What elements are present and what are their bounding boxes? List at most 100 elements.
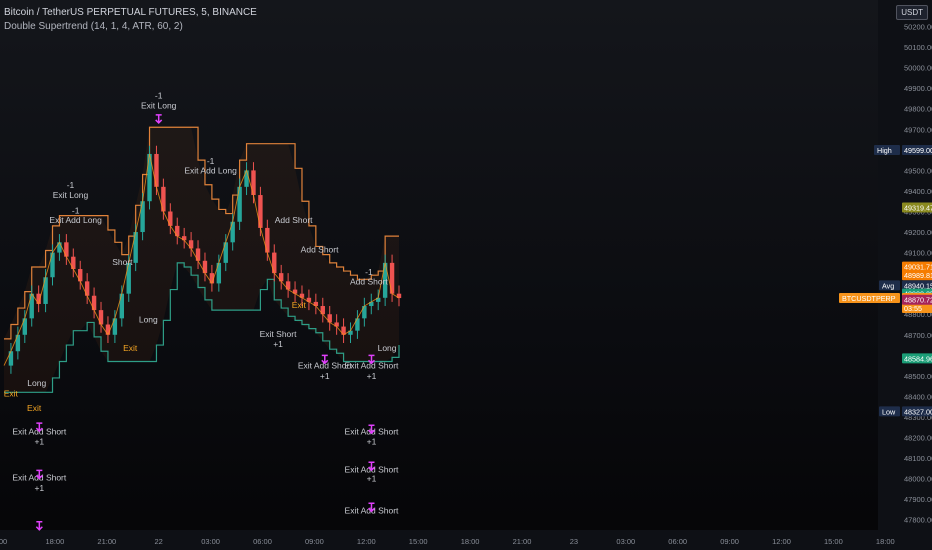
y-tick-label: 49900.00: [904, 84, 932, 93]
x-tick-label: 06:00: [668, 537, 687, 546]
x-tick-label: 03:00: [616, 537, 635, 546]
candle-body: [22, 318, 27, 335]
signal-label: +1: [320, 371, 330, 381]
candle-body: [126, 262, 131, 294]
y-tick-label: 47900.00: [904, 495, 932, 504]
x-tick-label: 12:00: [772, 537, 791, 546]
candle-body: [50, 252, 55, 278]
signal-label: Short: [112, 257, 133, 267]
x-tick-label: 22: [155, 537, 163, 546]
y-tick-label: 49200.00: [904, 228, 932, 237]
signal-label: Long: [378, 343, 397, 353]
signal-label: +1: [34, 483, 44, 493]
y-tick-label: 50000.00: [904, 64, 932, 73]
candle-body: [168, 211, 173, 226]
price-tag-value: 48989.81: [904, 271, 932, 280]
signal-label: Exit Add Long: [49, 215, 102, 225]
y-tick-label: 48100.00: [904, 454, 932, 463]
x-tick-label: 23: [570, 537, 578, 546]
chart: 50200.00 50100.00 50000.00 49900.00 49800.00…: [0, 0, 932, 550]
y-tick-label: 48000.00: [904, 475, 932, 484]
price-tag-value: 49599.00: [904, 146, 932, 155]
candle-body: [223, 242, 228, 263]
candle-body: [154, 153, 159, 187]
signal-label: Add Short: [350, 276, 388, 286]
x-tick-label: 18:00: [876, 537, 895, 546]
candle-body: [237, 186, 242, 222]
candle-body: [29, 293, 34, 319]
candle-body: [272, 252, 277, 274]
y-tick-label: 49400.00: [904, 187, 932, 196]
signal-label: Exit: [27, 403, 42, 413]
x-tick-label: 09:00: [305, 537, 324, 546]
exit-marker-icon: [321, 354, 329, 365]
candle-body: [258, 195, 263, 228]
candle-body: [389, 262, 395, 294]
candle-body: [161, 186, 166, 212]
exit-marker-icon: [155, 114, 163, 124]
x-tick-label: 15:00: [824, 537, 843, 546]
signal-label: +1: [367, 371, 377, 381]
x-tick-label: 12:00: [357, 537, 376, 546]
signal-label: Exit: [123, 343, 138, 353]
candle-body: [265, 227, 270, 253]
x-tick-label: 09:00: [720, 537, 739, 546]
y-tick-label: 50200.00: [904, 23, 932, 32]
candle-body: [84, 281, 90, 296]
price-tag-value: 48584.96: [904, 354, 932, 363]
y-tick-label: 49500.00: [904, 166, 932, 175]
x-tick-label: 21:00: [513, 537, 532, 546]
candle-body: [8, 351, 14, 366]
indicator-legend[interactable]: Double Supertrend (14, 1, 4, ATR, 60, 2): [4, 21, 257, 32]
x-tick-label: 15:00: [409, 537, 428, 546]
signal-label: Add Short: [301, 245, 339, 255]
y-tick-label: 48700.00: [904, 331, 932, 340]
signal-label: -1: [155, 90, 163, 100]
candle-body: [112, 318, 118, 335]
candle-body: [251, 170, 256, 196]
y-tick-label: 49100.00: [904, 249, 932, 258]
signal-label: Exit: [292, 300, 307, 310]
signal-label: -1: [67, 180, 75, 190]
signal-label: +1: [367, 437, 377, 447]
candle-body: [91, 295, 97, 311]
signal-label: +1: [367, 474, 377, 484]
chart-header: Bitcoin / TetherUS PERPETUAL FUTURES, 5,…: [4, 7, 257, 32]
signal-label: +1: [34, 437, 44, 447]
y-tick-label: 48500.00: [904, 372, 932, 381]
candle-body: [64, 242, 69, 257]
signal-label: Exit Long: [141, 101, 177, 111]
y-tick-label: 50100.00: [904, 43, 932, 52]
price-tag-label: BTCUSDTPERP: [842, 294, 896, 303]
price-tag-value: 48327.00: [904, 407, 932, 416]
signal-label: Exit Add Long: [184, 165, 237, 175]
price-tag-label: Avg: [882, 281, 894, 290]
x-tick-label: 03:00: [201, 537, 220, 546]
x-tick-label: 06:00: [253, 537, 272, 546]
signal-label: Long: [27, 378, 46, 388]
time-axis-panel: [0, 530, 878, 550]
signal-label: Exit: [4, 388, 19, 398]
signal-label: Add Short: [275, 215, 313, 225]
candle-body: [140, 201, 145, 233]
price-tag-value: 49319.47: [904, 203, 932, 212]
candle-body: [98, 310, 104, 325]
signal-label: Exit Long: [53, 190, 89, 200]
y-tick-label: 48400.00: [904, 392, 932, 401]
price-tag-label: Low: [882, 407, 896, 416]
y-tick-label: 47800.00: [904, 516, 932, 525]
candle-body: [133, 232, 138, 263]
signal-label: +1: [273, 339, 283, 349]
y-tick-label: 48200.00: [904, 434, 932, 443]
x-tick-label: 00: [0, 537, 7, 546]
exit-marker-icon: [35, 521, 43, 531]
candle-body: [15, 334, 21, 352]
symbol-title: Bitcoin / TetherUS PERPETUAL FUTURES, 5,…: [4, 7, 257, 18]
x-tick-label: 18:00: [46, 537, 65, 546]
x-tick-label: 18:00: [461, 537, 480, 546]
candle-body: [216, 262, 222, 284]
signal-label: Exit Short: [260, 329, 297, 339]
currency-button[interactable]: USDT: [896, 5, 928, 20]
price-tag-label: High: [877, 146, 892, 155]
signal-label: Long: [139, 314, 158, 324]
